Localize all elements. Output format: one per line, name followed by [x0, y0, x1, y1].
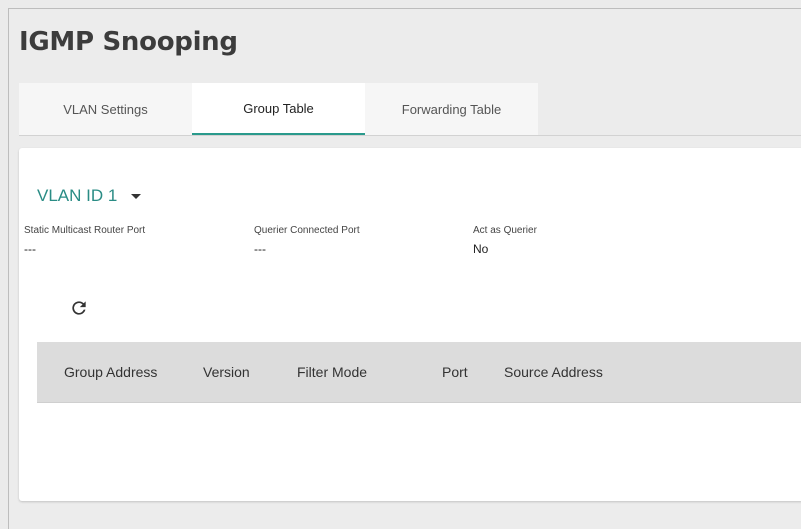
static-multicast-router-port-value: ---	[24, 242, 36, 256]
tab-bar: VLAN Settings Group Table Forwarding Tab…	[19, 83, 538, 135]
tab-divider	[19, 135, 801, 136]
tab-forwarding-table[interactable]: Forwarding Table	[365, 83, 538, 135]
page-title: IGMP Snooping	[19, 27, 238, 57]
caret-down-icon	[131, 193, 142, 199]
group-table-card: VLAN ID 1 Static Multicast Router Port -…	[19, 148, 801, 501]
static-multicast-router-port-label: Static Multicast Router Port	[24, 225, 146, 236]
column-header-filter-mode[interactable]: Filter Mode	[297, 342, 367, 402]
act-as-querier: Act as Querier No	[473, 225, 537, 256]
column-header-source-address[interactable]: Source Address	[504, 342, 603, 402]
column-header-version[interactable]: Version	[203, 342, 250, 402]
static-multicast-router-port: Static Multicast Router Port ---	[24, 225, 145, 256]
vlan-id-dropdown[interactable]: VLAN ID 1	[37, 186, 142, 206]
querier-connected-port-label: Querier Connected Port	[254, 225, 360, 236]
querier-connected-port-value: ---	[254, 242, 266, 256]
querier-connected-port: Querier Connected Port ---	[254, 225, 360, 256]
tab-vlan-settings[interactable]: VLAN Settings	[19, 83, 192, 135]
column-header-group-address[interactable]: Group Address	[64, 342, 157, 402]
app-frame: IGMP Snooping VLAN Settings Group Table …	[8, 8, 801, 529]
act-as-querier-label: Act as Querier	[473, 225, 537, 236]
vlan-id-label: VLAN ID 1	[37, 186, 118, 205]
tab-group-table[interactable]: Group Table	[192, 83, 365, 135]
column-header-port[interactable]: Port	[442, 342, 468, 402]
act-as-querier-value: No	[473, 242, 489, 256]
refresh-icon[interactable]	[69, 298, 89, 318]
table-body-divider	[37, 402, 801, 403]
table-header: Group Address Version Filter Mode Port S…	[37, 342, 801, 402]
